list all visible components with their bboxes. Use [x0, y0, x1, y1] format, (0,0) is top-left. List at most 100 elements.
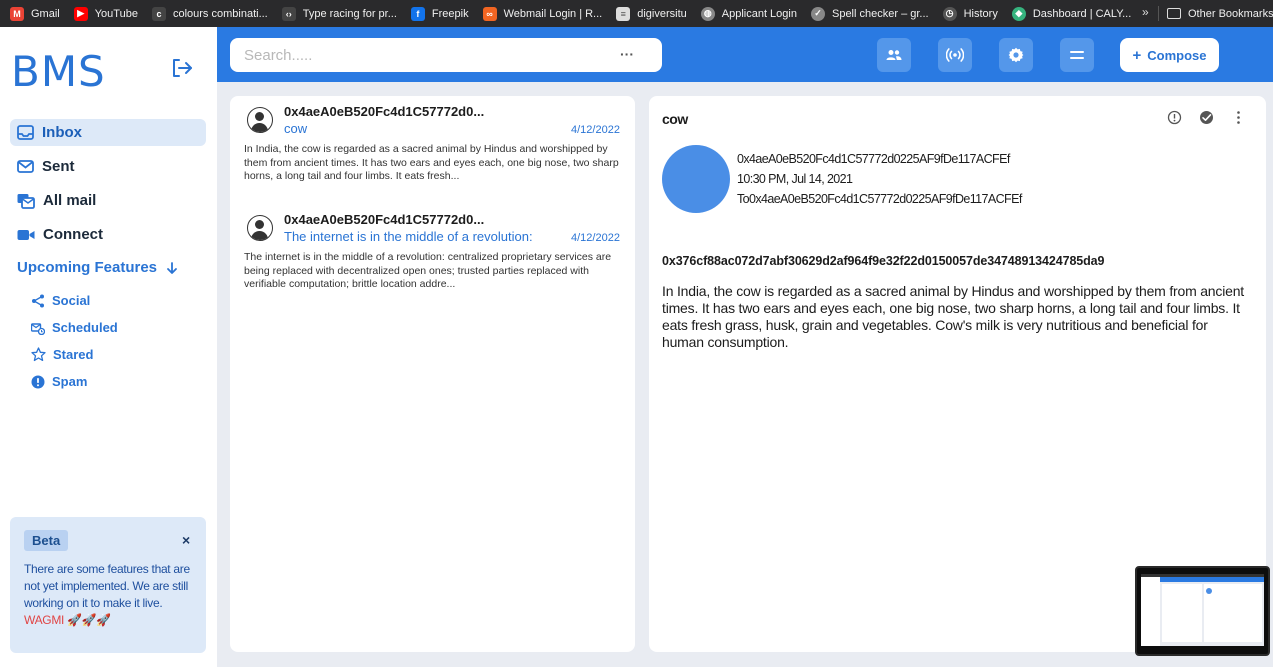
mail-sender: 0x4aeA0eB520Fc4d1C57772d0... — [284, 104, 485, 119]
sidebar-item-label: Connect — [43, 226, 103, 243]
youtube-icon: ▶ — [73, 6, 88, 21]
bookmark-colours[interactable]: c colours combinati... — [151, 6, 268, 21]
search-options-icon[interactable]: ··· — [620, 46, 634, 62]
message-body: In India, the cow is regarded as a sacre… — [662, 283, 1244, 350]
bookmarks-more-button[interactable]: » — [1142, 5, 1149, 19]
sidebar-item-label: All mail — [43, 192, 97, 209]
users-icon — [886, 50, 902, 60]
mail-snippet: The internet is in the middle of a revol… — [244, 251, 612, 290]
broadcast-button[interactable] — [938, 38, 972, 72]
top-header: ··· + Compose — [217, 27, 1273, 82]
folder-icon — [1167, 8, 1181, 19]
globe-icon: ◍ — [700, 6, 715, 21]
app-logo: BMS — [11, 47, 106, 96]
sidebar-item-scheduled[interactable]: Scheduled — [31, 320, 118, 335]
sidebar-item-connect[interactable]: Connect — [10, 221, 206, 248]
sidebar-item-label: Social — [52, 293, 91, 308]
close-icon[interactable]: × — [182, 532, 190, 548]
sidebar-item-inbox[interactable]: Inbox — [10, 119, 206, 146]
bookmark-webmail[interactable]: ∞ Webmail Login | R... — [482, 6, 603, 21]
mail-list: 0x4aeA0eB520Fc4d1C57772d0... cow 4/12/20… — [230, 96, 635, 652]
code-icon: ‹› — [281, 6, 296, 21]
gmail-icon: M — [10, 6, 24, 21]
spam-icon — [31, 375, 45, 388]
sidebar-item-all-mail[interactable]: All mail — [10, 187, 206, 214]
bookmark-applicant-login[interactable]: ◍ Applicant Login — [700, 6, 797, 21]
history-icon: ◷ — [942, 6, 957, 21]
video-icon — [17, 229, 35, 240]
bookmark-type-racing[interactable]: ‹› Type racing for pr... — [281, 6, 397, 21]
bookmark-spell-checker[interactable]: ✓ Spell checker – gr... — [810, 6, 929, 21]
thumbnail-preview — [1141, 574, 1264, 646]
sidebar-item-label: Inbox — [42, 124, 82, 141]
contacts-button[interactable] — [877, 38, 911, 72]
menu-icon — [1070, 51, 1084, 59]
beta-notice: Beta × There are some features that are … — [10, 517, 206, 653]
scheduled-icon — [31, 322, 45, 335]
bookmark-youtube[interactable]: ▶ YouTube — [73, 6, 138, 21]
all-mail-icon — [17, 193, 35, 209]
other-bookmarks-button[interactable]: Other Bookmarks — [1167, 0, 1273, 27]
broadcast-icon — [946, 48, 964, 62]
sidebar-item-label: Spam — [52, 374, 88, 389]
menu-button[interactable] — [1060, 38, 1094, 72]
sidebar-item-label: Stared — [53, 347, 94, 362]
list-item[interactable]: 0x4aeA0eB520Fc4d1C57772d0... The interne… — [244, 212, 624, 312]
info-icon[interactable] — [1167, 110, 1182, 125]
sidebar-item-label: Scheduled — [52, 320, 118, 335]
more-vertical-icon[interactable] — [1231, 110, 1246, 125]
other-bookmarks-label: Other Bookmarks — [1188, 7, 1273, 20]
bookmark-label: Webmail Login | R... — [503, 7, 603, 20]
bookmark-gmail[interactable]: M Gmail — [10, 6, 60, 21]
list-item[interactable]: 0x4aeA0eB520Fc4d1C57772d0... cow 4/12/20… — [244, 104, 624, 204]
screenshot-thumbnail[interactable] — [1135, 566, 1270, 656]
bookmarks-bar: M Gmail ▶ YouTube c colours combinati... ‹›… — [0, 0, 1273, 27]
bookmark-dashboard[interactable]: ◆ Dashboard | CALY... — [1011, 6, 1132, 21]
sidebar-item-social[interactable]: Social — [31, 293, 90, 308]
bookmark-label: Gmail — [31, 7, 60, 20]
compose-button[interactable]: + Compose — [1120, 38, 1219, 72]
dashboard-icon: ◆ — [1011, 6, 1026, 21]
mail-snippet: In India, the cow is regarded as a sacre… — [244, 143, 619, 182]
upcoming-features-heading[interactable]: Upcoming Features — [17, 259, 179, 276]
webmail-icon: ∞ — [482, 6, 497, 21]
beta-message: There are some features that are not yet… — [24, 561, 194, 629]
beta-badge: Beta — [24, 530, 69, 551]
sender-avatar — [662, 145, 730, 213]
arrow-down-icon — [167, 261, 177, 274]
bookmark-freepik[interactable]: f Freepik — [410, 6, 469, 21]
search-input[interactable] — [230, 38, 590, 72]
mail-subject: The internet is in the middle of a revol… — [284, 229, 533, 244]
mail-sender: 0x4aeA0eB520Fc4d1C57772d0... — [284, 212, 485, 227]
sidebar-item-sent[interactable]: Sent — [10, 153, 206, 180]
settings-button[interactable] — [999, 38, 1033, 72]
message-hash: 0x376cf88ac072d7abf30629d2af964f9e32f22d… — [662, 254, 1105, 268]
bookmark-label: History — [963, 7, 998, 20]
message-to: To0x4aeA0eB520Fc4d1C57772d0225AF9fDe117A… — [737, 192, 1022, 206]
message-subject: cow — [662, 111, 688, 127]
avatar-icon — [247, 107, 273, 133]
bookmark-label: Spell checker – gr... — [831, 7, 929, 20]
gear-icon — [1008, 47, 1024, 63]
bookmark-history[interactable]: ◷ History — [942, 6, 998, 21]
logout-icon[interactable] — [171, 58, 193, 78]
sidebar-item-spam[interactable]: Spam — [31, 374, 87, 389]
bookmark-label: digiversitu — [637, 7, 687, 20]
bookmark-digiversitu[interactable]: ≡ digiversitu — [616, 6, 687, 21]
bookmark-label: Freepik — [431, 7, 469, 20]
sidebar-item-label: Sent — [42, 158, 75, 175]
sidebar: BMS Inbox Sent All mail Connect Upcoming… — [0, 27, 217, 667]
bookmark-label: Type racing for pr... — [302, 7, 397, 20]
star-icon — [31, 347, 46, 362]
bookmark-label: colours combinati... — [172, 7, 268, 20]
sidebar-item-stared[interactable]: Stared — [31, 347, 93, 362]
bookmark-label: Dashboard | CALY... — [1032, 7, 1132, 20]
compose-label: Compose — [1147, 47, 1207, 63]
message-datetime: 10:30 PM, Jul 14, 2021 — [737, 172, 853, 186]
beta-message-text: There are some features that are not yet… — [24, 562, 190, 610]
mail-subject: cow — [284, 121, 308, 136]
mark-read-icon[interactable] — [1199, 110, 1214, 125]
inbox-icon — [17, 125, 34, 140]
bookmark-label: Applicant Login — [721, 7, 797, 20]
document-icon: ≡ — [616, 6, 631, 21]
